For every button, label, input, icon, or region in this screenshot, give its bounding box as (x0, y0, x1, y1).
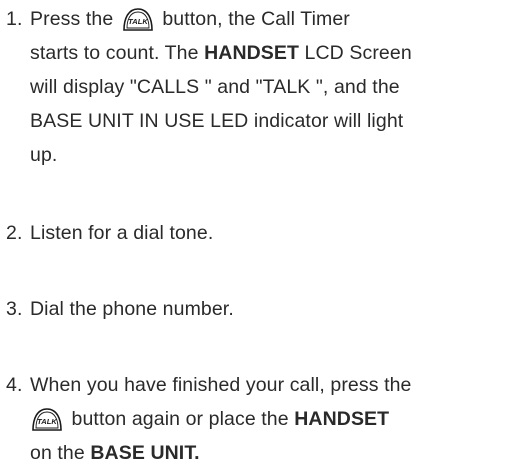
step-1-line-4: BASE UNIT IN USE LED indicator will ligh… (30, 110, 404, 132)
talk-button-icon: TALK (121, 6, 155, 32)
step-text: Press the (30, 8, 114, 30)
step-1-line-2: starts to count. The HANDSET LCD Screen (6, 36, 506, 70)
step-4-line-3: on the BASE UNIT. (6, 436, 506, 470)
step-2: 2. Listen for a dial tone. (6, 216, 506, 250)
step-1-line-5: up. (30, 144, 58, 166)
step-text: Dial the phone number. (30, 298, 234, 320)
step-text: starts to count. The (30, 42, 205, 64)
step-3: 3. Dial the phone number. (6, 292, 506, 326)
step-4: 4. When you have finished your call, pres… (6, 368, 506, 470)
handset-label: HANDSET (204, 42, 300, 64)
step-number: 1. (6, 8, 23, 30)
step-text: button again or place the (71, 408, 295, 430)
step-number: 2. (6, 222, 23, 244)
step-text: When you have finished your call, press … (30, 374, 412, 396)
step-number: 3. (6, 298, 23, 320)
base-unit-label: BASE UNIT. (90, 442, 200, 464)
instruction-page: 1. Press the TALK button, the Call Timer … (0, 0, 510, 464)
step-1: 1. Press the TALK button, the Call Timer … (6, 2, 506, 172)
handset-label: HANDSET (294, 408, 390, 430)
step-1-line-3: will display "CALLS " and "TALK ", and t… (30, 76, 400, 98)
talk-button-icon: TALK (30, 406, 64, 432)
step-4-line-1: 4. When you have finished your call, pres… (6, 368, 506, 402)
talk-icon-label: TALK (128, 17, 148, 26)
step-number: 4. (6, 374, 23, 396)
step-1-line-1: 1. Press the TALK button, the Call Timer (6, 2, 506, 36)
step-4-line-2: TALK button again or place the HANDSET (6, 402, 506, 436)
step-text: LCD Screen (299, 42, 412, 64)
step-text: Listen for a dial tone. (30, 222, 214, 244)
step-text: on the (30, 442, 91, 464)
step-text: button, the Call Timer (162, 8, 350, 30)
talk-icon-label: TALK (37, 417, 57, 426)
